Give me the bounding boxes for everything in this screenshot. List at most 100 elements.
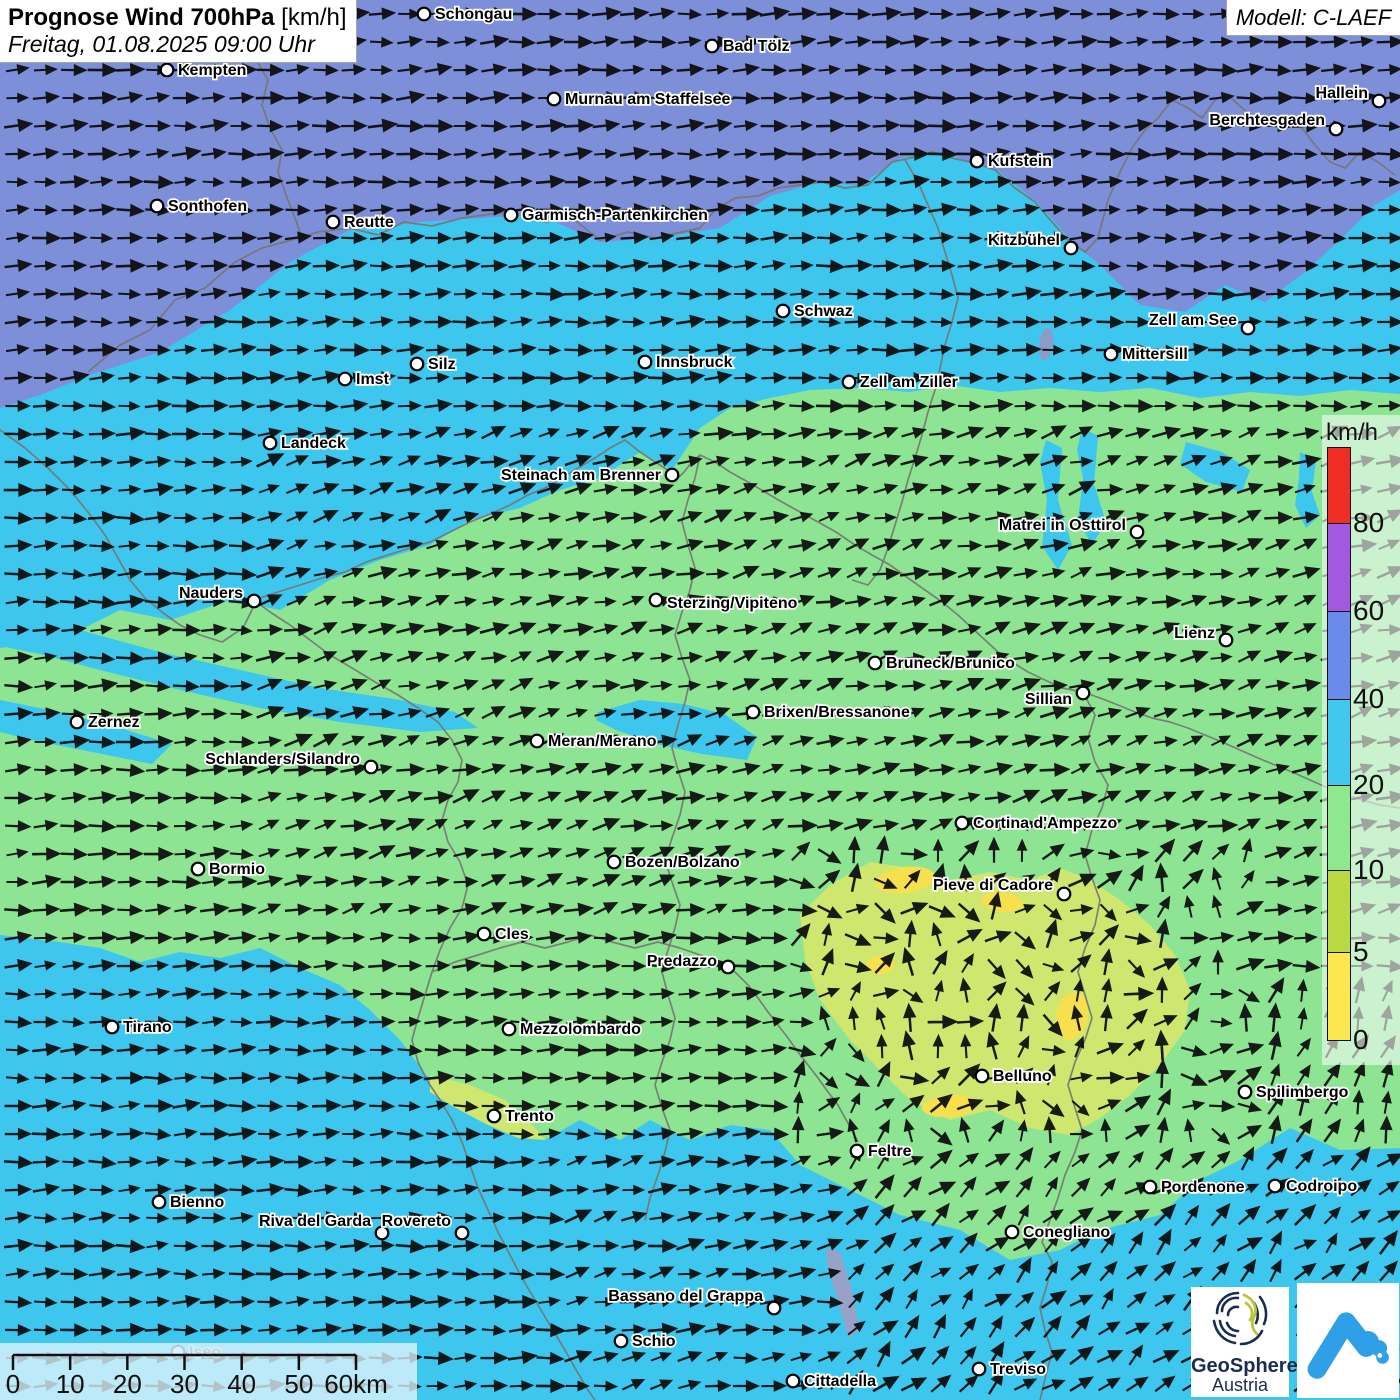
city-label: Bozen/Bolzano [625, 854, 740, 871]
city-tirano: Tirano [106, 1019, 172, 1036]
city-label: Feltre [868, 1143, 912, 1160]
city-marker [153, 1196, 166, 1209]
city-cles: Cles [478, 926, 529, 943]
legend-tick-5: 5 [1353, 937, 1369, 967]
city-marker [1269, 1180, 1282, 1193]
city-marker [1330, 123, 1343, 136]
geosphere-contours-icon [1208, 1287, 1272, 1353]
map-scale-bar: 0102030405060km [0, 1343, 417, 1400]
city-marker [264, 437, 277, 450]
scale-tick-label: 50 [284, 1369, 313, 1399]
city-label: Berchtesgaden [1209, 112, 1325, 129]
scale-tick-label: 20 [113, 1369, 142, 1399]
city-label: Reutte [344, 214, 394, 231]
city-garmisch-partenkirchen: Garmisch-Partenkirchen [505, 207, 708, 224]
city-murnau-am-staffelsee: Murnau am Staffelsee [548, 91, 731, 108]
city-marker [851, 1145, 864, 1158]
city-label: Schio [632, 1333, 676, 1350]
map-canvas: Schongau Bad Tölz Kempten Murnau am Staffel… [0, 0, 1400, 1400]
city-marker [1058, 888, 1071, 901]
city-marker [161, 64, 174, 77]
city-marker [1131, 526, 1144, 539]
city-label: Schwaz [794, 303, 853, 320]
page-title: Prognose Wind 700hPa [km/h] [8, 4, 348, 31]
legend-tick-0: 0 [1353, 1025, 1369, 1055]
legend-segment [1328, 952, 1350, 1040]
city-marker [503, 1023, 516, 1036]
title-product: Prognose Wind 700hPa [8, 4, 275, 31]
city-marker [71, 716, 84, 729]
city-marker [248, 595, 261, 608]
city-label: Murnau am Staffelsee [565, 91, 730, 108]
geosphere-logo-text: GeoSphere [1191, 1356, 1289, 1376]
city-label: Innsbruck [656, 354, 733, 371]
city-label: Sterzing/Vipiteno [667, 595, 798, 612]
legend-segment [1328, 699, 1350, 785]
city-label: Sillian [1025, 691, 1072, 708]
legend-segment [1328, 448, 1350, 523]
city-label: Schongau [435, 6, 512, 23]
city-marker [505, 209, 518, 222]
city-marker [843, 376, 856, 389]
city-label: Kempten [178, 62, 246, 79]
title-datetime: Freitag, 01.08.2025 09:00 Uhr [8, 31, 348, 58]
city-bozen-bolzano: Bozen/Bolzano [608, 854, 740, 871]
scale-tick-label: 40 [227, 1369, 256, 1399]
city-spilimbergo: Spilimbergo [1239, 1084, 1349, 1101]
mountain-cloud-icon [1302, 1291, 1394, 1391]
city-silz: Silz [411, 356, 456, 373]
city-marker [411, 358, 424, 371]
city-label: Cortina d'Ampezzo [973, 815, 1117, 832]
legend-tick-80: 80 [1353, 508, 1384, 538]
city-label: Hallein [1316, 85, 1368, 102]
city-label: Silz [428, 356, 456, 373]
city-marker [1144, 1181, 1157, 1194]
city-marker [456, 1227, 469, 1240]
city-marker [1065, 242, 1078, 255]
city-marker [787, 1375, 800, 1388]
scale-tick-label: 60km [324, 1369, 388, 1399]
city-label: Lienz [1174, 625, 1215, 642]
city-marker [666, 469, 679, 482]
city-marker [639, 356, 652, 369]
wind-forecast-map-app: Schongau Bad Tölz Kempten Murnau am Staffel… [0, 0, 1400, 1400]
scale-tick-label: 10 [56, 1369, 85, 1399]
city-marker [973, 1363, 986, 1376]
legend-tick-40: 40 [1353, 684, 1384, 714]
city-label: Garmisch-Partenkirchen [522, 207, 708, 224]
city-marker [1220, 634, 1233, 647]
legend-segment [1328, 785, 1350, 870]
city-brixen-bressanone: Brixen/Bressanone [747, 704, 910, 721]
city-label: Cittadella [804, 1373, 876, 1390]
city-marker [1373, 95, 1386, 108]
city-marker [706, 40, 719, 53]
city-marker [1105, 348, 1118, 361]
city-label: Zernez [88, 714, 140, 731]
geosphere-logo: GeoSphere Austria [1191, 1287, 1289, 1397]
city-imst: Imst [339, 371, 390, 388]
city-label: Kitzbühel [988, 232, 1060, 249]
city-marker [327, 216, 340, 229]
city-marker [608, 856, 621, 869]
city-marker [478, 928, 491, 941]
city-marker [722, 961, 735, 974]
city-meran-merano: Meran/Merano [531, 733, 657, 750]
city-label: Mittersill [1122, 346, 1188, 363]
city-marker [768, 1302, 781, 1315]
legend-segment [1328, 870, 1350, 952]
city-label: Zell am See [1149, 312, 1237, 329]
city-marker [151, 200, 164, 213]
city-label: Bad Tölz [723, 38, 790, 55]
city-marker [418, 8, 431, 21]
city-marker [1077, 687, 1090, 700]
legend-tick-20: 20 [1353, 770, 1384, 800]
title-box: Prognose Wind 700hPa [km/h] Freitag, 01.… [0, 0, 357, 63]
city-bruneck-brunico: Bruneck/Brunico [869, 655, 1015, 672]
city-label: Cles [495, 926, 529, 943]
city-label: Landeck [281, 435, 346, 452]
geosphere-logo-subtext: Austria [1191, 1376, 1289, 1395]
city-marker [777, 305, 790, 318]
city-marker [615, 1335, 628, 1348]
city-label: Belluno [993, 1068, 1052, 1085]
city-label: Sonthofen [168, 198, 247, 215]
